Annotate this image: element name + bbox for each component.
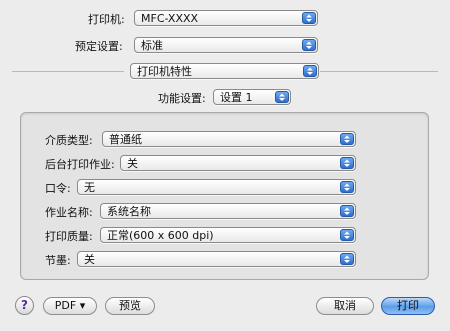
toner-save-label: 节墨:	[45, 254, 71, 267]
job-name-label: 作业名称:	[45, 206, 93, 219]
spool-job-value: 关	[127, 157, 138, 170]
popup-arrows-icon	[340, 253, 354, 265]
password-label: 口令:	[45, 182, 71, 195]
preset-label: 预定设置:	[75, 40, 123, 53]
media-type-label: 介质类型:	[45, 134, 93, 147]
separator-left	[12, 71, 124, 72]
job-name-value: 系统名称	[107, 205, 151, 218]
section-value: 打印机特性	[137, 65, 192, 78]
feature-set-popup[interactable]: 设置 1	[213, 89, 291, 105]
printer-popup[interactable]: MFC-XXXX	[134, 10, 318, 26]
preview-button[interactable]: 预览	[105, 297, 155, 315]
spool-job-label: 后台打印作业:	[45, 158, 115, 171]
popup-arrows-icon	[340, 157, 354, 169]
media-type-value: 普通纸	[109, 133, 142, 146]
popup-arrows-icon	[303, 65, 317, 77]
feature-set-value: 设置 1	[220, 91, 253, 104]
job-name-popup[interactable]: 系统名称	[100, 203, 356, 219]
popup-arrows-icon	[340, 133, 354, 145]
printer-value: MFC-XXXX	[141, 12, 199, 25]
popup-arrows-icon	[302, 39, 316, 51]
password-value: 无	[84, 181, 95, 194]
toner-save-popup[interactable]: 关	[77, 251, 356, 267]
popup-arrows-icon	[340, 229, 354, 241]
printer-label: 打印机:	[88, 13, 125, 26]
print-button[interactable]: 打印	[381, 297, 435, 315]
popup-arrows-icon	[302, 12, 316, 24]
media-type-popup[interactable]: 普通纸	[102, 131, 356, 147]
section-popup[interactable]: 打印机特性	[130, 63, 319, 79]
feature-set-label: 功能设置:	[158, 92, 206, 105]
password-popup[interactable]: 无	[77, 179, 356, 195]
popup-arrows-icon	[340, 181, 354, 193]
toner-save-value: 关	[84, 253, 95, 266]
help-button[interactable]: ?	[15, 296, 34, 315]
popup-arrows-icon	[275, 91, 289, 103]
print-quality-label: 打印质量:	[45, 230, 93, 243]
print-quality-popup[interactable]: 正常(600 x 600 dpi)	[100, 227, 356, 243]
separator-right	[320, 71, 438, 72]
preset-value: 标准	[141, 39, 163, 52]
print-quality-value: 正常(600 x 600 dpi)	[107, 229, 214, 242]
cancel-button[interactable]: 取消	[316, 297, 374, 315]
popup-arrows-icon	[340, 205, 354, 217]
pdf-button[interactable]: PDF ▾	[43, 297, 97, 315]
spool-job-popup[interactable]: 关	[120, 155, 356, 171]
preset-popup[interactable]: 标准	[134, 37, 318, 53]
